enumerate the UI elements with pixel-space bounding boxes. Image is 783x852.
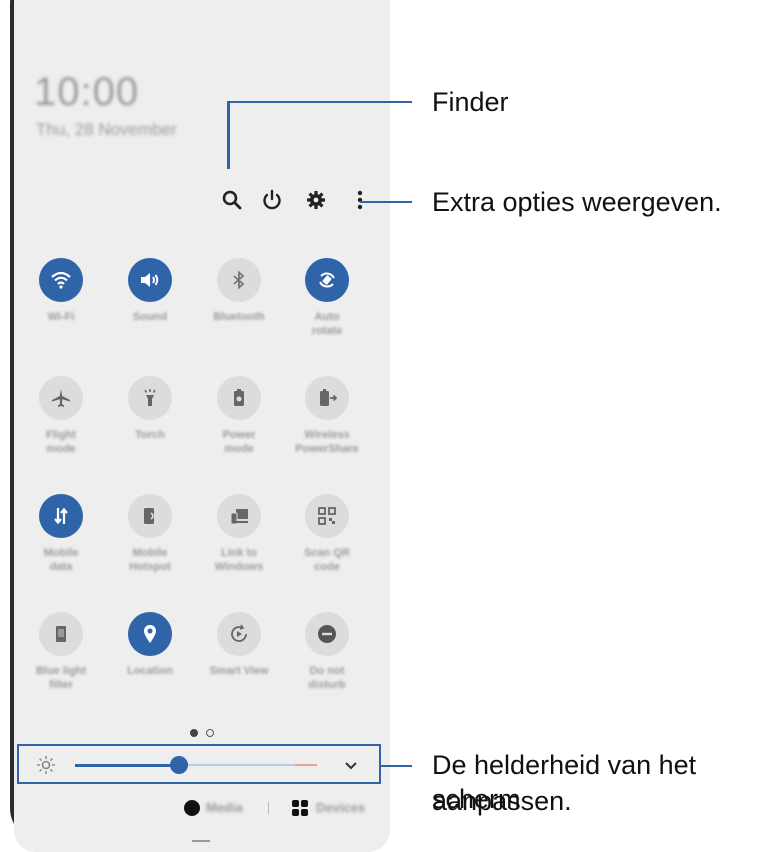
tile-blue-light[interactable]: Blue light filter — [16, 612, 106, 692]
tile-qr[interactable]: Scan QR code — [282, 494, 372, 574]
devices-icon[interactable] — [292, 800, 308, 816]
power-mode-icon[interactable] — [217, 376, 261, 420]
tile-label: Flight mode — [46, 429, 76, 455]
tile-rotate[interactable]: Auto rotate — [282, 258, 372, 338]
tile-label: Mobile data — [43, 547, 79, 573]
lock-clock: 10:00 — [34, 70, 140, 114]
brightness-sun-icon — [36, 755, 56, 775]
tile-label: Blue light filter — [35, 665, 87, 691]
page-dot — [206, 729, 214, 737]
tile-wifi[interactable]: Wi-Fi — [16, 258, 106, 324]
tile-link-windows[interactable]: Link to Windows — [194, 494, 284, 574]
rotate-icon[interactable] — [305, 258, 349, 302]
chevron-down-icon[interactable] — [343, 757, 359, 773]
brightness-slider-track[interactable] — [179, 764, 295, 766]
power-icon[interactable] — [258, 186, 286, 214]
tile-label: Smart View — [209, 665, 269, 677]
tile-dnd[interactable]: Do not disturb — [282, 612, 372, 692]
bluetooth-icon[interactable] — [217, 258, 261, 302]
page-indicator — [190, 729, 230, 739]
media-play-icon[interactable] — [184, 800, 200, 816]
panel-top-icons — [14, 186, 390, 214]
tile-label: Torch — [135, 429, 165, 441]
page-dot-active — [190, 729, 198, 737]
mobile-data-icon[interactable] — [39, 494, 83, 538]
tile-label: Wireless PowerShare — [295, 429, 359, 455]
tile-label: Link to Windows — [214, 547, 264, 573]
finder-callout-vertical — [227, 101, 230, 169]
search-icon[interactable] — [218, 186, 246, 214]
tile-label: Mobile Hotspot — [129, 547, 171, 573]
extra-callout-line — [360, 201, 412, 203]
lock-date: Thu, 28 November — [36, 120, 177, 139]
qr-icon[interactable] — [305, 494, 349, 538]
quick-panel: 10:00 Thu, 28 November Wi-Fi Sound Bluetoo… — [14, 0, 390, 852]
powershare-icon[interactable] — [305, 376, 349, 420]
media-devices-bar: Media Devices — [14, 800, 390, 820]
hotspot-icon[interactable] — [128, 494, 172, 538]
tile-label: Sound — [132, 311, 168, 323]
brightness-slider-fill — [75, 764, 179, 767]
link-windows-icon[interactable] — [217, 494, 261, 538]
brightness-label-line2: aanpassen. — [432, 786, 572, 816]
brightness-slider-end — [295, 764, 317, 766]
devices-button[interactable]: Devices — [316, 800, 365, 815]
tile-power-mode[interactable]: Power mode — [194, 376, 284, 456]
tile-powershare[interactable]: Wireless PowerShare — [282, 376, 372, 456]
brightness-slider-thumb[interactable] — [170, 756, 188, 774]
settings-gear-icon[interactable] — [302, 186, 330, 214]
media-button[interactable]: Media — [206, 800, 243, 815]
tile-bluetooth[interactable]: Bluetooth — [194, 258, 284, 324]
tile-label: Power mode — [222, 429, 256, 455]
blue-light-icon[interactable] — [39, 612, 83, 656]
finder-callout-horizontal — [227, 101, 412, 103]
tile-label: Do not disturb — [308, 665, 346, 691]
divider — [268, 802, 269, 814]
more-options-icon[interactable] — [346, 186, 374, 214]
brightness-callout-line — [381, 765, 412, 767]
tile-location[interactable]: Location — [105, 612, 195, 678]
tile-label: Scan QR code — [304, 547, 350, 573]
dnd-icon[interactable] — [305, 612, 349, 656]
torch-icon[interactable] — [128, 376, 172, 420]
tile-label: Bluetooth — [213, 311, 265, 323]
tile-label: Wi-Fi — [47, 311, 75, 323]
panel-handle[interactable] — [192, 840, 210, 842]
location-icon[interactable] — [128, 612, 172, 656]
tile-label: Location — [127, 665, 173, 677]
tile-sound[interactable]: Sound — [105, 258, 195, 324]
tile-flight[interactable]: Flight mode — [16, 376, 106, 456]
tile-label: Auto rotate — [311, 311, 343, 337]
extra-options-label: Extra opties weergeven. — [432, 187, 722, 217]
tile-smart-view[interactable]: Smart View — [194, 612, 284, 678]
sound-icon[interactable] — [128, 258, 172, 302]
tile-hotspot[interactable]: Mobile Hotspot — [105, 494, 195, 574]
flight-icon[interactable] — [39, 376, 83, 420]
finder-label: Finder — [432, 87, 509, 117]
wifi-icon[interactable] — [39, 258, 83, 302]
tile-torch[interactable]: Torch — [105, 376, 195, 442]
smart-view-icon[interactable] — [217, 612, 261, 656]
tile-mobile-data[interactable]: Mobile data — [16, 494, 106, 574]
